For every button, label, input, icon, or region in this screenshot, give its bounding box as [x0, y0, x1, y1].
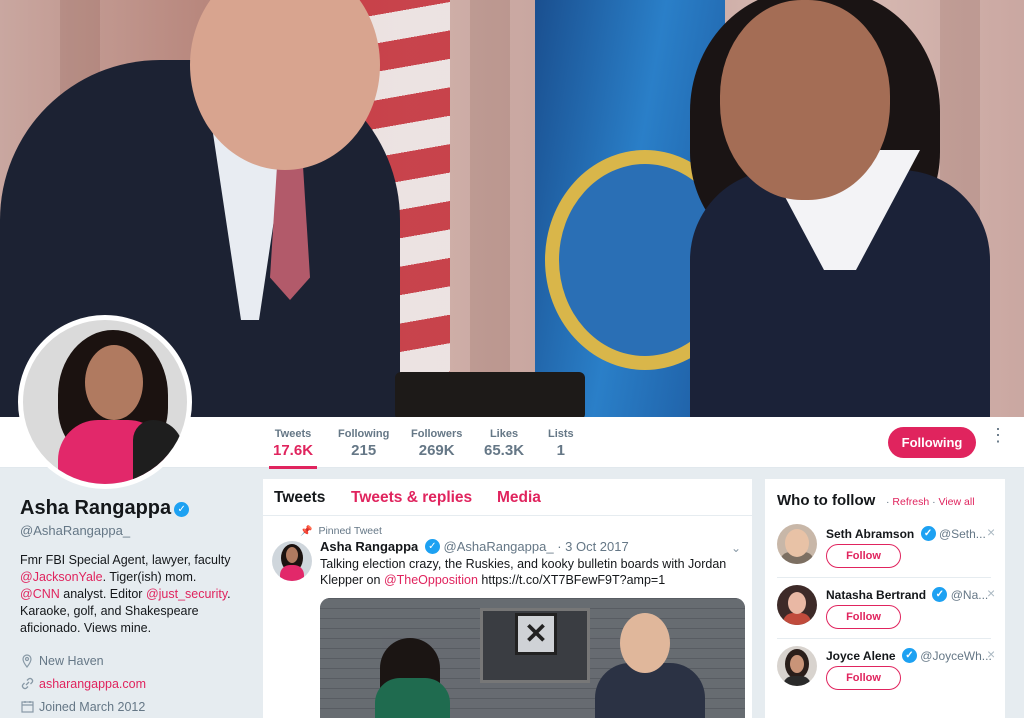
stat-value: 1: [556, 442, 566, 459]
profile-card: Asha Rangappa ✓ @AshaRangappa_ Fmr FBI Sp…: [20, 497, 250, 718]
stat-value: 215: [351, 442, 377, 459]
dot-separator: ·: [886, 496, 890, 508]
suggestion-name-line[interactable]: Joyce Alene ✓ @JoyceWh...: [826, 648, 992, 663]
tab-media[interactable]: Media: [497, 489, 541, 507]
follow-button[interactable]: Follow: [826, 666, 901, 690]
tweet-url[interactable]: https://t.co/XT7BFewF9T?amp=1: [478, 573, 665, 587]
stat-value: 17.6K: [273, 442, 314, 459]
dismiss-icon[interactable]: ×: [987, 585, 995, 601]
dismiss-icon[interactable]: ×: [987, 524, 995, 540]
wtf-links: · Refresh · View all: [886, 496, 975, 508]
tweet-media[interactable]: ✕: [320, 598, 745, 718]
view-all-link[interactable]: View all: [939, 496, 975, 508]
suggestion-handle[interactable]: @JoyceWh...: [920, 649, 992, 663]
dot-separator: ·: [932, 496, 936, 508]
follow-button[interactable]: Follow: [826, 544, 901, 568]
verified-badge-icon: ✓: [174, 502, 190, 517]
timeline-tabs: Tweets Tweets & replies Media: [263, 479, 752, 516]
stat-likes[interactable]: Likes 65.3K: [484, 428, 524, 459]
profile-location: New Haven: [39, 653, 104, 668]
timeline: Tweets Tweets & replies Media 📌 Pinned Tw…: [262, 478, 753, 718]
suggestion-item: Joyce Alene ✓ @JoyceWh... Follow ×: [765, 646, 1005, 707]
suggestion-name-line[interactable]: Seth Abramson ✓ @Seth...: [826, 526, 986, 541]
who-to-follow: Who to follow · Refresh · View all Seth …: [764, 478, 1006, 718]
tweet-author-handle[interactable]: @AshaRangappa_: [444, 539, 554, 554]
stat-followers[interactable]: Followers 269K: [411, 428, 462, 459]
pin-icon: 📌: [300, 526, 313, 537]
bio-text: analyst. Editor: [59, 587, 146, 601]
stat-label: Likes: [489, 428, 519, 440]
suggestion-item: Seth Abramson ✓ @Seth... Follow ×: [765, 524, 1005, 585]
chevron-down-icon[interactable]: ⌄: [731, 541, 741, 555]
suggestion-avatar[interactable]: [777, 585, 817, 625]
dismiss-icon[interactable]: ×: [987, 646, 995, 662]
calendar-icon: [20, 700, 34, 714]
tab-tweets-replies[interactable]: Tweets & replies: [351, 489, 472, 507]
suggestion-handle[interactable]: @Na...: [951, 588, 989, 602]
stat-label: Lists: [548, 428, 574, 440]
stat-value: 65.3K: [484, 442, 525, 459]
profile-meta: New Haven asharangappa.com Joined March …: [20, 649, 250, 718]
profile-avatar[interactable]: [18, 315, 192, 489]
suggestion-name[interactable]: Natasha Bertrand: [826, 588, 926, 602]
tweet-text: Talking election crazy, the Ruskies, and…: [320, 556, 745, 588]
bio-text: Fmr FBI Special Agent, lawyer, faculty: [20, 553, 231, 567]
suggestion-name[interactable]: Seth Abramson: [826, 527, 914, 541]
bio-link[interactable]: @JacksonYale: [20, 570, 103, 584]
more-options-icon[interactable]: ⋮: [989, 426, 1007, 452]
stat-following[interactable]: Following 215: [338, 428, 389, 459]
verified-badge-icon: ✓: [424, 539, 440, 554]
stat-label: Followers: [411, 428, 463, 440]
suggestion-handle[interactable]: @Seth...: [939, 527, 986, 541]
tab-tweets[interactable]: Tweets: [274, 489, 325, 507]
suggestion-avatar[interactable]: [777, 646, 817, 686]
pinned-text: Pinned Tweet: [318, 525, 382, 537]
tweet-header: Asha Rangappa ✓ @AshaRangappa_ · 3 Oct 2…: [320, 539, 629, 554]
profile-name[interactable]: Asha Rangappa: [20, 497, 171, 520]
suggestion-name-line[interactable]: Natasha Bertrand ✓ @Na...: [826, 587, 988, 602]
location-icon: [20, 653, 34, 668]
bio-text: . Tiger(ish) mom.: [102, 570, 197, 584]
wtf-title: Who to follow: [777, 492, 876, 509]
suggestion-avatar[interactable]: [777, 524, 817, 564]
refresh-link[interactable]: Refresh: [892, 496, 929, 508]
verified-badge-icon: ✓: [901, 648, 917, 663]
tweet-date[interactable]: · 3 Oct 2017: [557, 539, 629, 554]
bio-link[interactable]: @CNN: [20, 587, 60, 601]
profile-joined: Joined March 2012: [39, 699, 146, 714]
bio-link[interactable]: @just_security: [146, 587, 227, 601]
stat-lists[interactable]: Lists 1: [548, 428, 574, 459]
verified-badge-icon: ✓: [920, 526, 936, 541]
profile-handle[interactable]: @AshaRangappa_: [20, 523, 250, 538]
suggestion-name[interactable]: Joyce Alene: [826, 649, 896, 663]
stat-tweets[interactable]: Tweets 17.6K: [268, 428, 318, 469]
stat-label: Tweets: [274, 428, 312, 440]
stat-value: 269K: [418, 442, 455, 459]
stat-label: Following: [338, 428, 390, 440]
tweet-author-name[interactable]: Asha Rangappa: [320, 539, 418, 554]
follow-button[interactable]: Follow: [826, 605, 901, 629]
link-icon: [20, 677, 34, 691]
tweet-mention-link[interactable]: @TheOpposition: [384, 573, 478, 587]
suggestion-item: Natasha Bertrand ✓ @Na... Follow ×: [765, 585, 1005, 646]
show-logo-icon: ✕: [515, 613, 557, 655]
tweet-avatar[interactable]: [272, 541, 312, 581]
pinned-label: 📌 Pinned Tweet: [300, 525, 382, 537]
profile-bio: Fmr FBI Special Agent, lawyer, faculty @…: [20, 552, 235, 637]
profile-website[interactable]: asharangappa.com: [39, 677, 146, 691]
following-button[interactable]: Following: [888, 427, 976, 458]
verified-badge-icon: ✓: [932, 587, 948, 602]
